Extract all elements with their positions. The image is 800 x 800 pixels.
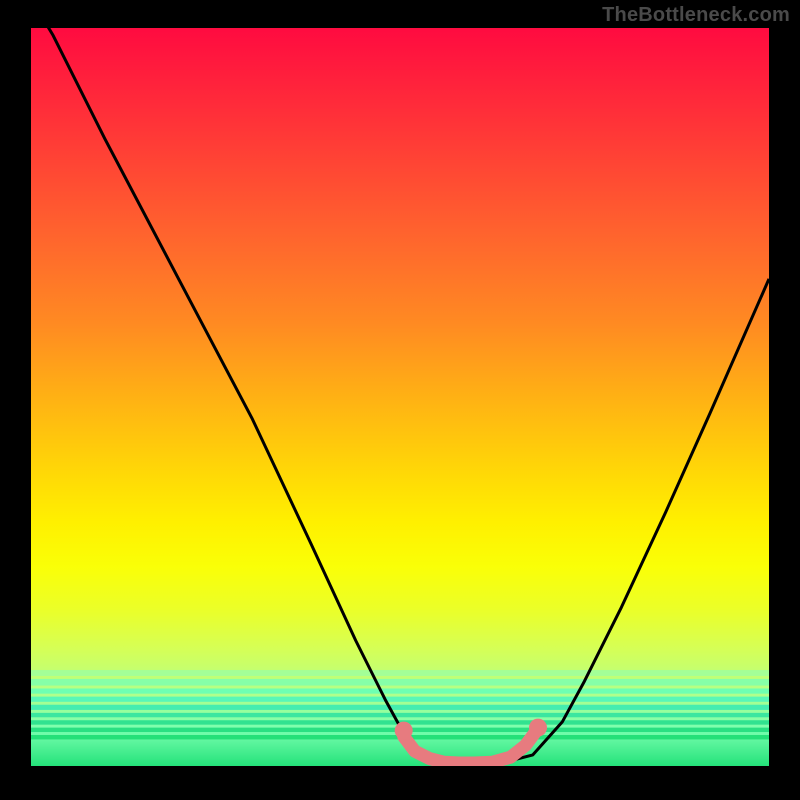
green-band — [31, 697, 769, 702]
bottleneck-chart — [0, 0, 800, 800]
optimal-end-dot — [529, 719, 547, 737]
green-band — [31, 689, 769, 694]
watermark-text: TheBottleneck.com — [602, 4, 790, 27]
green-band — [31, 713, 769, 717]
green-band — [31, 679, 769, 686]
green-band — [31, 670, 769, 676]
chart-heat-background — [31, 28, 769, 766]
chart-frame: TheBottleneck.com — [0, 0, 800, 800]
green-band — [31, 705, 769, 710]
optimal-start-dot — [395, 722, 413, 740]
